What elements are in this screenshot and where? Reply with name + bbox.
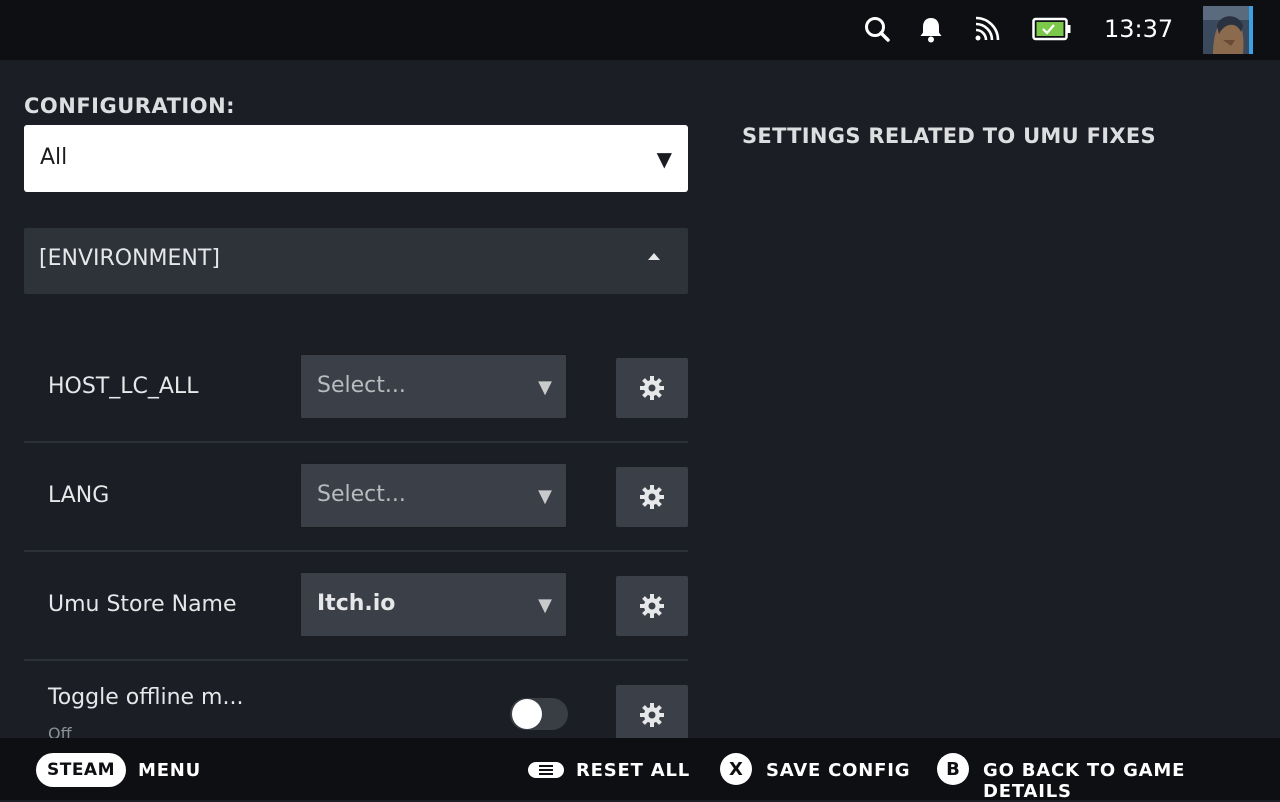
umu-store-name-dropdown[interactable]: Itch.io ▼ xyxy=(300,572,567,637)
host-lc-all-dropdown[interactable]: Select... ▼ xyxy=(300,354,567,419)
host-lc-all-settings-button[interactable] xyxy=(616,358,688,418)
gear-icon xyxy=(640,485,664,509)
avatar[interactable] xyxy=(1203,6,1253,54)
umu-store-name-settings-button[interactable] xyxy=(616,576,688,636)
row-divider xyxy=(24,441,688,443)
battery-charging-icon xyxy=(1031,14,1073,44)
setting-label-lang: LANG xyxy=(48,483,110,508)
setting-label-host-lc-all: HOST_LC_ALL xyxy=(48,374,199,399)
collapse-caret-icon xyxy=(648,253,660,260)
dropdown-value: Itch.io xyxy=(317,591,396,616)
gear-icon xyxy=(640,376,664,400)
cast-icon[interactable] xyxy=(972,14,1002,44)
go-back-button[interactable]: GO BACK TO GAME DETAILS xyxy=(983,760,1280,802)
dropdown-value: Select... xyxy=(317,373,406,398)
section-title: [ENVIRONMENT] xyxy=(39,246,220,271)
gear-icon xyxy=(640,594,664,618)
environment-section-header[interactable]: [ENVIRONMENT] xyxy=(24,228,688,294)
row-divider xyxy=(24,550,688,552)
b-button-icon: B xyxy=(937,753,969,785)
top-status-bar: 13:37 xyxy=(0,0,1280,60)
toggle-offline-settings-button[interactable] xyxy=(616,685,688,745)
row-divider xyxy=(24,659,688,661)
save-config-button[interactable]: SAVE CONFIG xyxy=(766,760,910,781)
lang-dropdown[interactable]: Select... ▼ xyxy=(300,463,567,528)
setting-label-toggle-offline: Toggle offline m... xyxy=(48,685,244,710)
toggle-knob xyxy=(512,699,542,729)
x-button-icon: X xyxy=(720,753,752,785)
steam-button[interactable]: STEAM xyxy=(36,753,126,787)
bottom-action-bar: STEAM MENU RESET ALL X SAVE CONFIG B GO … xyxy=(0,738,1280,802)
bell-icon[interactable] xyxy=(916,14,946,44)
gear-icon xyxy=(640,703,664,727)
chevron-down-icon: ▼ xyxy=(656,147,672,171)
configuration-label: CONFIGURATION: xyxy=(24,94,236,118)
configuration-dropdown[interactable]: All ▼ xyxy=(24,125,688,192)
menu-label[interactable]: MENU xyxy=(138,760,201,781)
reset-all-button[interactable]: RESET ALL xyxy=(576,760,690,781)
right-panel-title: SETTINGS RELATED TO UMU FIXES xyxy=(742,124,1156,148)
toggle-offline-switch[interactable] xyxy=(510,698,568,730)
menu-button-glyph-icon xyxy=(528,762,564,778)
clock: 13:37 xyxy=(1104,15,1174,43)
chevron-down-icon: ▼ xyxy=(538,377,552,398)
dropdown-value: Select... xyxy=(317,482,406,507)
lang-settings-button[interactable] xyxy=(616,467,688,527)
chevron-down-icon: ▼ xyxy=(538,486,552,507)
search-icon[interactable] xyxy=(862,14,892,44)
chevron-down-icon: ▼ xyxy=(538,595,552,616)
configuration-value: All xyxy=(40,145,68,170)
setting-label-umu-store-name: Umu Store Name xyxy=(48,592,237,617)
